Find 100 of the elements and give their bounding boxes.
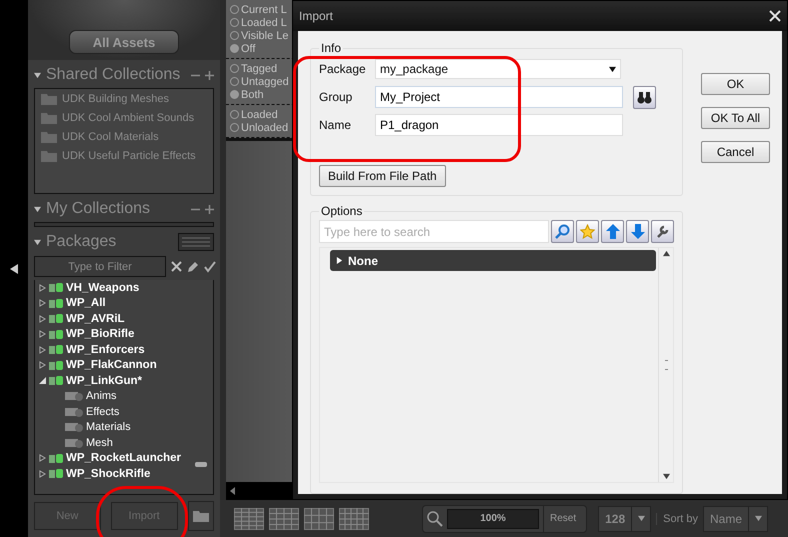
- window-title: Import: [299, 9, 334, 23]
- package-icon: [49, 282, 63, 294]
- package-item[interactable]: WP_BioRifle: [66, 328, 134, 340]
- add-icon[interactable]: [205, 70, 214, 80]
- settings-button[interactable]: [651, 220, 674, 243]
- binoculars-icon: [637, 90, 652, 104]
- radio-button[interactable]: [230, 64, 239, 73]
- list-view-icon[interactable]: [178, 233, 214, 251]
- package-item[interactable]: WP_ShockRifle: [66, 468, 150, 480]
- caret-icon: [609, 66, 616, 72]
- radio-button[interactable]: [230, 5, 239, 14]
- star-icon: [580, 224, 595, 239]
- scroll-left-icon[interactable]: [230, 487, 235, 495]
- folder-icon: [41, 130, 57, 142]
- scroll-down-icon: [662, 473, 670, 480]
- package-icon: [49, 468, 63, 480]
- checkmark-icon[interactable]: [204, 260, 216, 272]
- reset-button[interactable]: Reset: [543, 506, 582, 532]
- pencil-icon[interactable]: [187, 260, 199, 272]
- expand-icon[interactable]: [39, 361, 46, 370]
- expand-icon: [336, 257, 343, 264]
- sort-label: Sort by: [656, 512, 698, 524]
- package-item[interactable]: WP_AVRiL: [66, 312, 125, 325]
- expand-icon[interactable]: [39, 470, 46, 478]
- radio-button[interactable]: [230, 18, 239, 27]
- triangle-icon: [34, 239, 41, 246]
- scrollbar-thumb[interactable]: [195, 462, 207, 467]
- expand-icon[interactable]: [39, 330, 46, 338]
- triangle-icon: [34, 206, 41, 213]
- add-icon[interactable]: [205, 204, 214, 214]
- package-item[interactable]: WP_LinkGun*: [66, 374, 142, 387]
- view-mode-icon[interactable]: [234, 508, 264, 530]
- close-icon[interactable]: [769, 10, 781, 22]
- folder-icon: [192, 510, 209, 522]
- clear-icon[interactable]: [171, 261, 182, 272]
- radio-button[interactable]: [230, 77, 239, 86]
- radio-label: Unloaded: [241, 122, 288, 134]
- arrow-up-icon: [606, 224, 620, 239]
- triangle-icon: [34, 72, 41, 79]
- group-icon: [65, 391, 83, 402]
- group-item[interactable]: Materials: [86, 421, 131, 434]
- field-label: Name: [319, 118, 352, 132]
- radio-button[interactable]: [230, 110, 239, 119]
- radio-button[interactable]: [230, 123, 239, 132]
- view-mode-icon[interactable]: [339, 508, 369, 530]
- folder-icon: [41, 112, 57, 124]
- search-icon: [427, 510, 443, 526]
- package-item[interactable]: VH_Weapons: [66, 282, 140, 294]
- package-item[interactable]: WP_Enforcers: [66, 344, 145, 356]
- package-item[interactable]: WP_RocketLauncher: [66, 452, 182, 464]
- package-icon: [49, 298, 63, 309]
- collapse-icon[interactable]: [39, 377, 46, 384]
- favorite-button[interactable]: [576, 220, 599, 243]
- scroll-up-icon[interactable]: [662, 250, 670, 257]
- search-icon: [555, 224, 570, 239]
- caret-icon: [638, 515, 645, 522]
- browse-button[interactable]: [633, 86, 656, 108]
- package-icon: [49, 328, 63, 340]
- field-label: Group: [319, 90, 354, 104]
- dialog-button[interactable]: OK To All: [701, 107, 770, 129]
- expand-icon[interactable]: [39, 346, 46, 354]
- group-item[interactable]: Anims: [86, 390, 117, 402]
- package-icon: [49, 375, 63, 386]
- view-mode-icon[interactable]: [269, 508, 299, 530]
- folder-button[interactable]: [188, 501, 214, 531]
- move-up-button[interactable]: [601, 220, 624, 243]
- filter-field[interactable]: Type to Filter: [34, 256, 166, 277]
- move-down-button[interactable]: [626, 220, 649, 243]
- expand-icon[interactable]: [39, 284, 46, 292]
- radio-label: Tagged: [241, 62, 278, 74]
- caret-icon: [754, 515, 762, 522]
- dialog-button[interactable]: OK: [701, 73, 770, 95]
- input-field[interactable]: My_Project: [375, 86, 623, 108]
- input-field[interactable]: P1_dragon: [375, 114, 623, 136]
- zoom-field[interactable]: 100%: [447, 508, 539, 528]
- view-mode-icon[interactable]: [304, 508, 334, 530]
- group-icon: [65, 438, 83, 448]
- group-item[interactable]: Mesh: [86, 436, 113, 449]
- build-from-file-path-button[interactable]: Build From File Path: [319, 165, 446, 187]
- expand-icon[interactable]: [39, 299, 46, 308]
- radio-button[interactable]: [230, 31, 239, 40]
- package-item[interactable]: WP_All: [66, 297, 106, 310]
- radio-label: Loaded: [241, 108, 278, 120]
- folder-icon: [41, 150, 57, 162]
- wrench-icon: [655, 224, 670, 239]
- radio-button[interactable]: [230, 44, 239, 53]
- package-dropdown[interactable]: my_package: [375, 59, 621, 79]
- dialog-button[interactable]: Cancel: [701, 141, 770, 163]
- group-item[interactable]: Effects: [86, 406, 120, 418]
- expand-icon[interactable]: [39, 314, 46, 323]
- radio-button[interactable]: [230, 90, 239, 99]
- search-button[interactable]: [551, 220, 574, 243]
- category-header[interactable]: None: [330, 250, 656, 271]
- search-field[interactable]: Type here to search: [319, 220, 549, 243]
- expand-icon[interactable]: [39, 454, 46, 462]
- group-icon: [65, 406, 83, 417]
- package-item[interactable]: WP_FlakCannon: [66, 359, 157, 372]
- field-label: Package: [319, 62, 367, 76]
- collapse-arrow-icon[interactable]: [10, 264, 18, 274]
- package-icon: [49, 344, 63, 356]
